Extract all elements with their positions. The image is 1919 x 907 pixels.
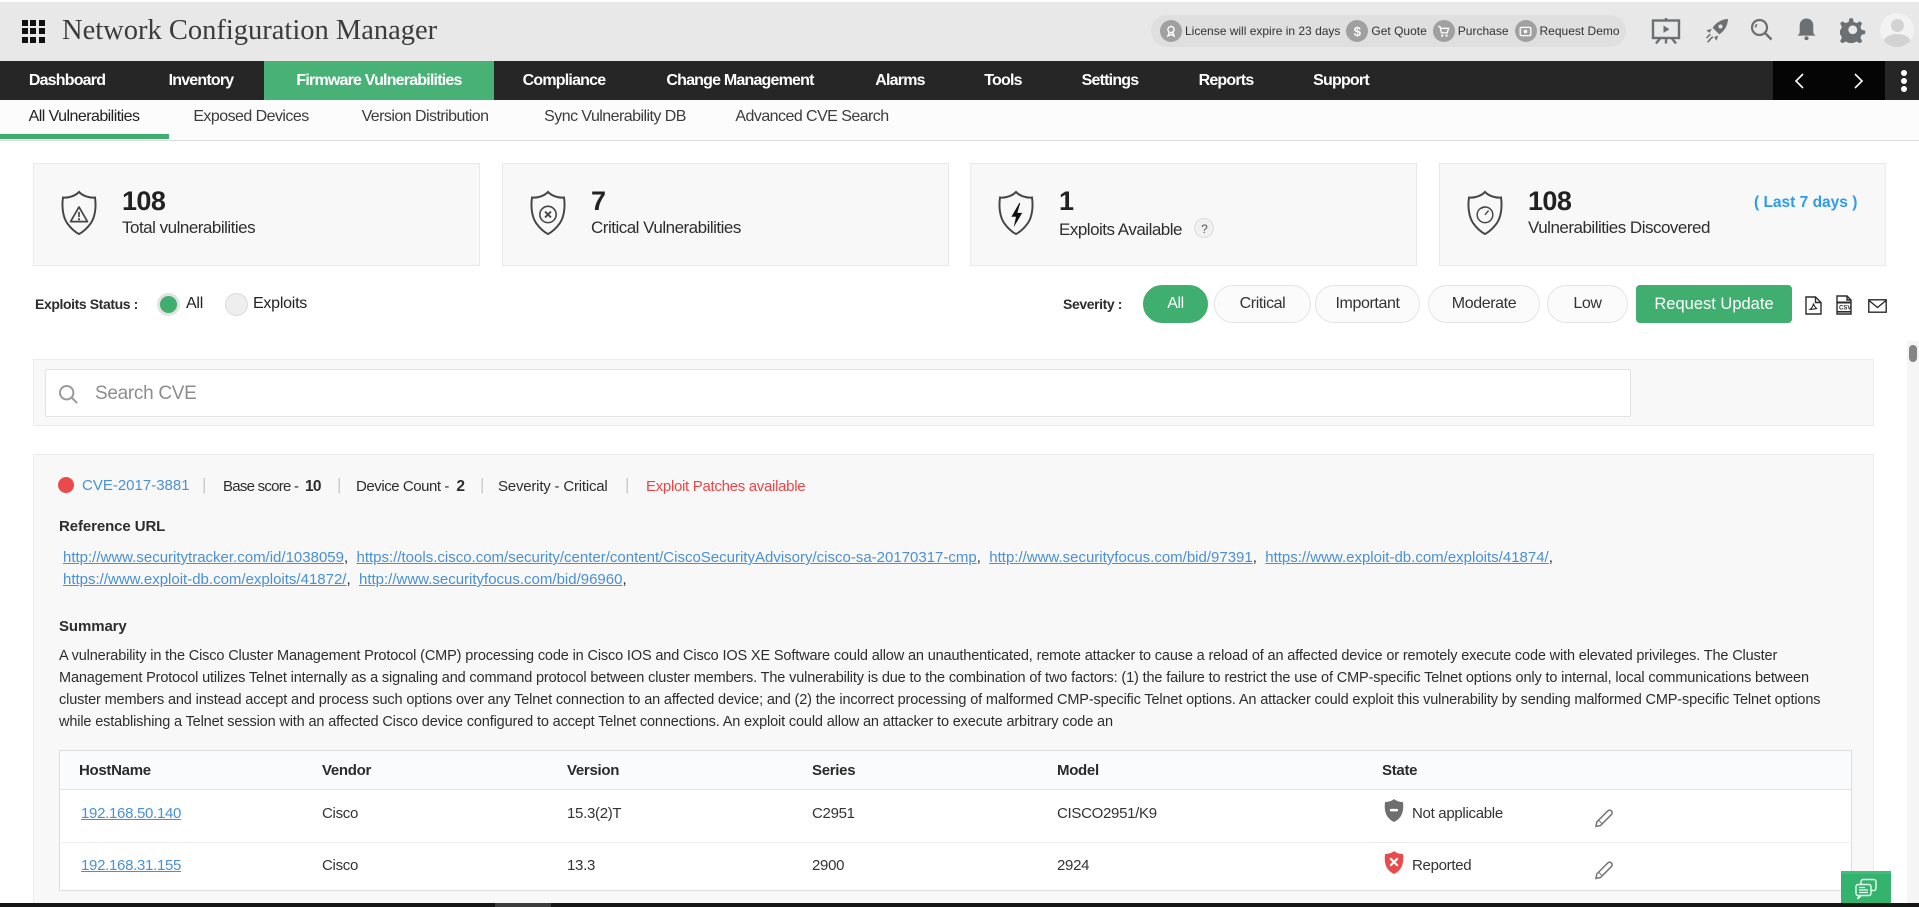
svg-text:CSV: CSV bbox=[1839, 306, 1851, 312]
